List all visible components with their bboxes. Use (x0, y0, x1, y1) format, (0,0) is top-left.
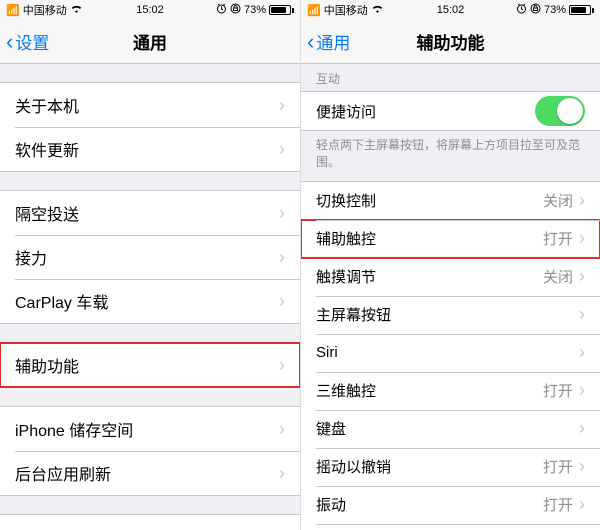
back-button[interactable]: ‹ 通用 (301, 29, 350, 54)
chevron-right-icon: › (579, 494, 585, 515)
back-label: 通用 (316, 29, 350, 54)
row-software-update[interactable]: 软件更新 › (0, 127, 300, 171)
chevron-right-icon: › (579, 456, 585, 477)
row-siri[interactable]: Siri › (301, 334, 600, 372)
back-label: 设置 (15, 29, 49, 54)
row-3d-touch[interactable]: 三维触控 打开 › (301, 372, 600, 410)
row-restrictions[interactable]: 访问限制 关闭 › (0, 515, 300, 530)
row-accessibility[interactable]: 辅助功能 › (0, 343, 300, 387)
chevron-right-icon: › (279, 355, 285, 376)
content-scroll[interactable]: 互动 便捷访问 轻点两下主屏幕按钮，将屏幕上方项目拉至可及范围。 切换控制 关闭… (301, 64, 600, 530)
chevron-right-icon: › (279, 139, 285, 160)
chevron-right-icon: › (279, 95, 285, 116)
wifi-icon (70, 4, 83, 17)
chevron-right-icon: › (579, 342, 585, 363)
carrier-label: 中国移动 (324, 2, 368, 18)
row-background-refresh[interactable]: 后台应用刷新 › (0, 451, 300, 495)
row-reachability[interactable]: 便捷访问 (301, 92, 600, 130)
alarm-icon (216, 3, 227, 17)
rotation-lock-icon (230, 3, 241, 17)
row-shake-to-undo[interactable]: 摇动以撤销 打开 › (301, 448, 600, 486)
toggle-on-icon[interactable] (535, 96, 585, 126)
chevron-right-icon: › (579, 418, 585, 439)
signal-icon: 📶 (6, 4, 20, 17)
chevron-left-icon: ‹ (6, 31, 13, 53)
row-vibration[interactable]: 振动 打开 › (301, 486, 600, 524)
chevron-right-icon: › (279, 419, 285, 440)
chevron-right-icon: › (279, 463, 285, 484)
chevron-right-icon: › (279, 527, 285, 530)
row-home-button[interactable]: 主屏幕按钮 › (301, 296, 600, 334)
row-keyboard[interactable]: 键盘 › (301, 410, 600, 448)
chevron-left-icon: ‹ (307, 31, 314, 53)
chevron-right-icon: › (579, 190, 585, 211)
row-handoff[interactable]: 接力 › (0, 235, 300, 279)
nav-bar: ‹ 设置 通用 (0, 20, 300, 64)
content-scroll[interactable]: 关于本机 › 软件更新 › 隔空投送 › 接力 › C (0, 64, 300, 530)
carrier-label: 中国移动 (23, 2, 67, 18)
alarm-icon (516, 3, 527, 17)
chevron-right-icon: › (279, 291, 285, 312)
row-carplay[interactable]: CarPlay 车载 › (0, 279, 300, 323)
nav-bar: ‹ 通用 辅助功能 (301, 20, 600, 64)
status-bar: 📶 中国移动 15:02 73% (301, 0, 600, 20)
row-airdrop[interactable]: 隔空投送 › (0, 191, 300, 235)
chevron-right-icon: › (279, 247, 285, 268)
wifi-icon (371, 4, 384, 17)
row-touch-accommodations[interactable]: 触摸调节 关闭 › (301, 258, 600, 296)
chevron-right-icon: › (579, 304, 585, 325)
screen-general-settings: 📶 中国移动 15:02 73% ‹ 设置 (0, 0, 300, 530)
row-about[interactable]: 关于本机 › (0, 83, 300, 127)
chevron-right-icon: › (579, 266, 585, 287)
battery-icon (269, 5, 294, 15)
battery-pct: 73% (244, 4, 266, 16)
screen-accessibility: 📶 中国移动 15:02 73% ‹ 通用 (300, 0, 600, 530)
status-bar: 📶 中国移动 15:02 73% (0, 0, 300, 20)
reachability-note: 轻点两下主屏幕按钮，将屏幕上方项目拉至可及范围。 (301, 131, 600, 181)
chevron-right-icon: › (579, 380, 585, 401)
row-assistive-touch[interactable]: 辅助触控 打开 › (301, 220, 600, 258)
row-call-audio-routing[interactable]: 音频通话方式 自动 › (301, 524, 600, 530)
signal-icon: 📶 (307, 4, 321, 17)
row-switch-control[interactable]: 切换控制 关闭 › (301, 182, 600, 220)
section-header-interaction: 互动 (301, 64, 600, 91)
battery-pct: 73% (544, 4, 566, 16)
back-button[interactable]: ‹ 设置 (0, 29, 49, 54)
chevron-right-icon: › (279, 203, 285, 224)
rotation-lock-icon (530, 3, 541, 17)
chevron-right-icon: › (579, 228, 585, 249)
battery-icon (569, 5, 594, 15)
row-storage[interactable]: iPhone 储存空间 › (0, 407, 300, 451)
